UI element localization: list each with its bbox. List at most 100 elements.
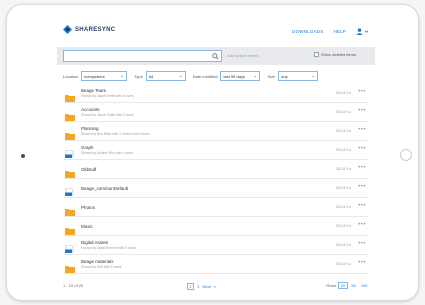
last-page-icon[interactable]: » <box>214 284 216 289</box>
shared-folder-icon <box>65 146 75 158</box>
item-name[interactable]: Beage Team <box>81 88 106 93</box>
search-icon[interactable] <box>212 53 219 60</box>
user-menu[interactable] <box>356 28 369 35</box>
rows-option-100[interactable]: 100 <box>359 283 369 288</box>
list-item[interactable]: Graph Shared by Antoine Rev with 4 users… <box>63 141 369 160</box>
list-item[interactable]: Photos 302,8 Ko ••• <box>63 198 369 217</box>
item-name[interactable]: Music <box>81 224 93 229</box>
item-size: 302,8 Ko <box>335 129 351 133</box>
list-item[interactable]: Planning Shared by Bob Miller with 2 oth… <box>63 122 369 141</box>
item-name[interactable]: Accounts <box>81 107 100 112</box>
more-options-icon[interactable]: ••• <box>358 89 366 95</box>
folder-icon <box>65 165 75 178</box>
logo-icon <box>63 25 72 34</box>
more-options-icon[interactable]: ••• <box>358 222 366 228</box>
item-size: 302,8 Ko <box>335 243 351 247</box>
show-deleted-label: Show deleted items <box>321 52 356 57</box>
show-deleted-toggle[interactable]: Show deleted items <box>314 52 356 57</box>
item-size: 302,8 Ko <box>335 205 351 209</box>
search-box <box>63 50 222 68</box>
logo-text: SHARESYNC <box>75 26 116 33</box>
item-name[interactable]: Photos <box>81 205 95 210</box>
chevron-down-icon: ⌄ <box>311 73 316 79</box>
item-size: 302,8 Ko <box>335 148 351 152</box>
rows-option-50[interactable]: 50 <box>350 283 357 288</box>
item-size: 302,8 Ko <box>335 224 351 228</box>
rows-per-page: Rows 20 50 100 <box>326 282 369 289</box>
app-screen: SHARESYNC DOWNLOADS HELP Add search term… <box>57 17 375 297</box>
item-subtitle: Shared by Jacob Smith with 2 users <box>81 113 134 117</box>
list-item[interactable]: Accounts Shared by Jacob Smith with 2 us… <box>63 103 369 122</box>
logo[interactable]: SHARESYNC <box>63 25 115 34</box>
item-subtitle: Shared by Antoine Rev with 4 users <box>81 151 134 155</box>
type-value: All <box>148 73 154 79</box>
folder-icon <box>65 108 75 121</box>
camera <box>21 154 25 158</box>
item-name[interactable]: Digital Assets <box>81 240 108 245</box>
chevron-down-icon: ⌄ <box>253 73 258 79</box>
item-name[interactable]: Beage_commonDefault <box>81 186 128 191</box>
rows-option-20[interactable]: 20 <box>338 282 348 289</box>
item-size: 302,8 Ko <box>335 110 351 114</box>
item-name[interactable]: Beage materials <box>81 259 114 264</box>
header: SHARESYNC DOWNLOADS HELP <box>57 17 375 43</box>
folder-icon <box>65 89 75 102</box>
date-modified-select[interactable]: last 90 days ⌄ <box>220 71 261 81</box>
more-options-icon[interactable]: ••• <box>358 184 366 190</box>
item-size: 302,8 Ko <box>335 167 351 171</box>
more-options-icon[interactable]: ••• <box>358 260 366 266</box>
location-value: everywhere <box>84 73 105 79</box>
chevron-down-icon <box>364 30 369 33</box>
shared-folder-icon <box>65 184 75 196</box>
file-list: Beage Team Shared by Jacob Smith with 4 … <box>63 84 369 274</box>
rows-label: Rows <box>326 283 337 288</box>
page-2-button[interactable]: 2 <box>197 284 199 289</box>
list-item[interactable]: Beage_commonDefault 302,8 Ko ••• <box>63 179 369 198</box>
location-select[interactable]: everywhere ⌄ <box>81 71 128 81</box>
list-item[interactable]: Oldstuff 302,8 Ko ••• <box>63 160 369 179</box>
list-footer: 1 - 10 of 20 1 2 Next » Rows 20 50 100 <box>63 281 369 291</box>
search-input[interactable] <box>64 57 204 68</box>
add-search-terms-link[interactable]: Add search terms <box>227 53 258 58</box>
show-deleted-checkbox[interactable] <box>314 52 319 57</box>
folder-icon <box>65 260 75 273</box>
shared-folder-icon <box>65 241 75 253</box>
size-label: Size <box>267 73 276 79</box>
date-modified-label: Date modified <box>192 73 218 79</box>
downloads-link[interactable]: DOWNLOADS <box>292 29 323 34</box>
list-item[interactable]: Digital Assets Shared by David Bennett w… <box>63 236 369 255</box>
list-item[interactable]: Beage materials Shared by Bob with 3 use… <box>63 255 369 274</box>
more-options-icon[interactable]: ••• <box>358 108 366 114</box>
more-options-icon[interactable]: ••• <box>358 146 366 152</box>
more-options-icon[interactable]: ••• <box>358 203 366 209</box>
pagination: 1 2 Next » <box>187 283 216 290</box>
date-modified-value: last 90 days <box>223 73 245 79</box>
type-label: Type <box>134 73 143 79</box>
more-options-icon[interactable]: ••• <box>358 165 366 171</box>
help-link[interactable]: HELP <box>333 29 346 34</box>
list-item[interactable]: Music 302,8 Ko ••• <box>63 217 369 236</box>
size-select[interactable]: any ⌄ <box>278 71 319 81</box>
item-name[interactable]: Oldstuff <box>81 167 96 172</box>
item-subtitle: Shared by Bob Miller with 2 others and 5… <box>81 132 150 136</box>
more-options-icon[interactable]: ••• <box>358 127 366 133</box>
type-select[interactable]: All ⌄ <box>145 71 186 81</box>
location-label: Location <box>63 73 79 79</box>
list-item[interactable]: Beage Team Shared by Jacob Smith with 4 … <box>63 84 369 103</box>
item-count: 1 - 10 of 20 <box>63 283 84 288</box>
item-size: 302,8 Ko <box>335 91 351 95</box>
filters-row: Location everywhere ⌄ Type All ⌄ Date mo… <box>63 71 325 81</box>
home-button[interactable] <box>400 149 412 161</box>
size-value: any <box>281 73 288 79</box>
item-subtitle: Shared by Jacob Smith with 4 users <box>81 94 134 98</box>
item-name[interactable]: Planning <box>81 126 99 131</box>
chevron-down-icon: ⌄ <box>178 73 183 79</box>
more-options-icon[interactable]: ••• <box>358 241 366 247</box>
top-nav: DOWNLOADS HELP <box>292 28 369 35</box>
item-name[interactable]: Graph <box>81 145 94 150</box>
page-1-button[interactable]: 1 <box>187 283 195 290</box>
item-size: 302,8 Ko <box>335 262 351 266</box>
chevron-down-icon: ⌄ <box>119 73 125 79</box>
next-page-button[interactable]: Next <box>202 284 210 289</box>
user-icon <box>356 28 363 35</box>
